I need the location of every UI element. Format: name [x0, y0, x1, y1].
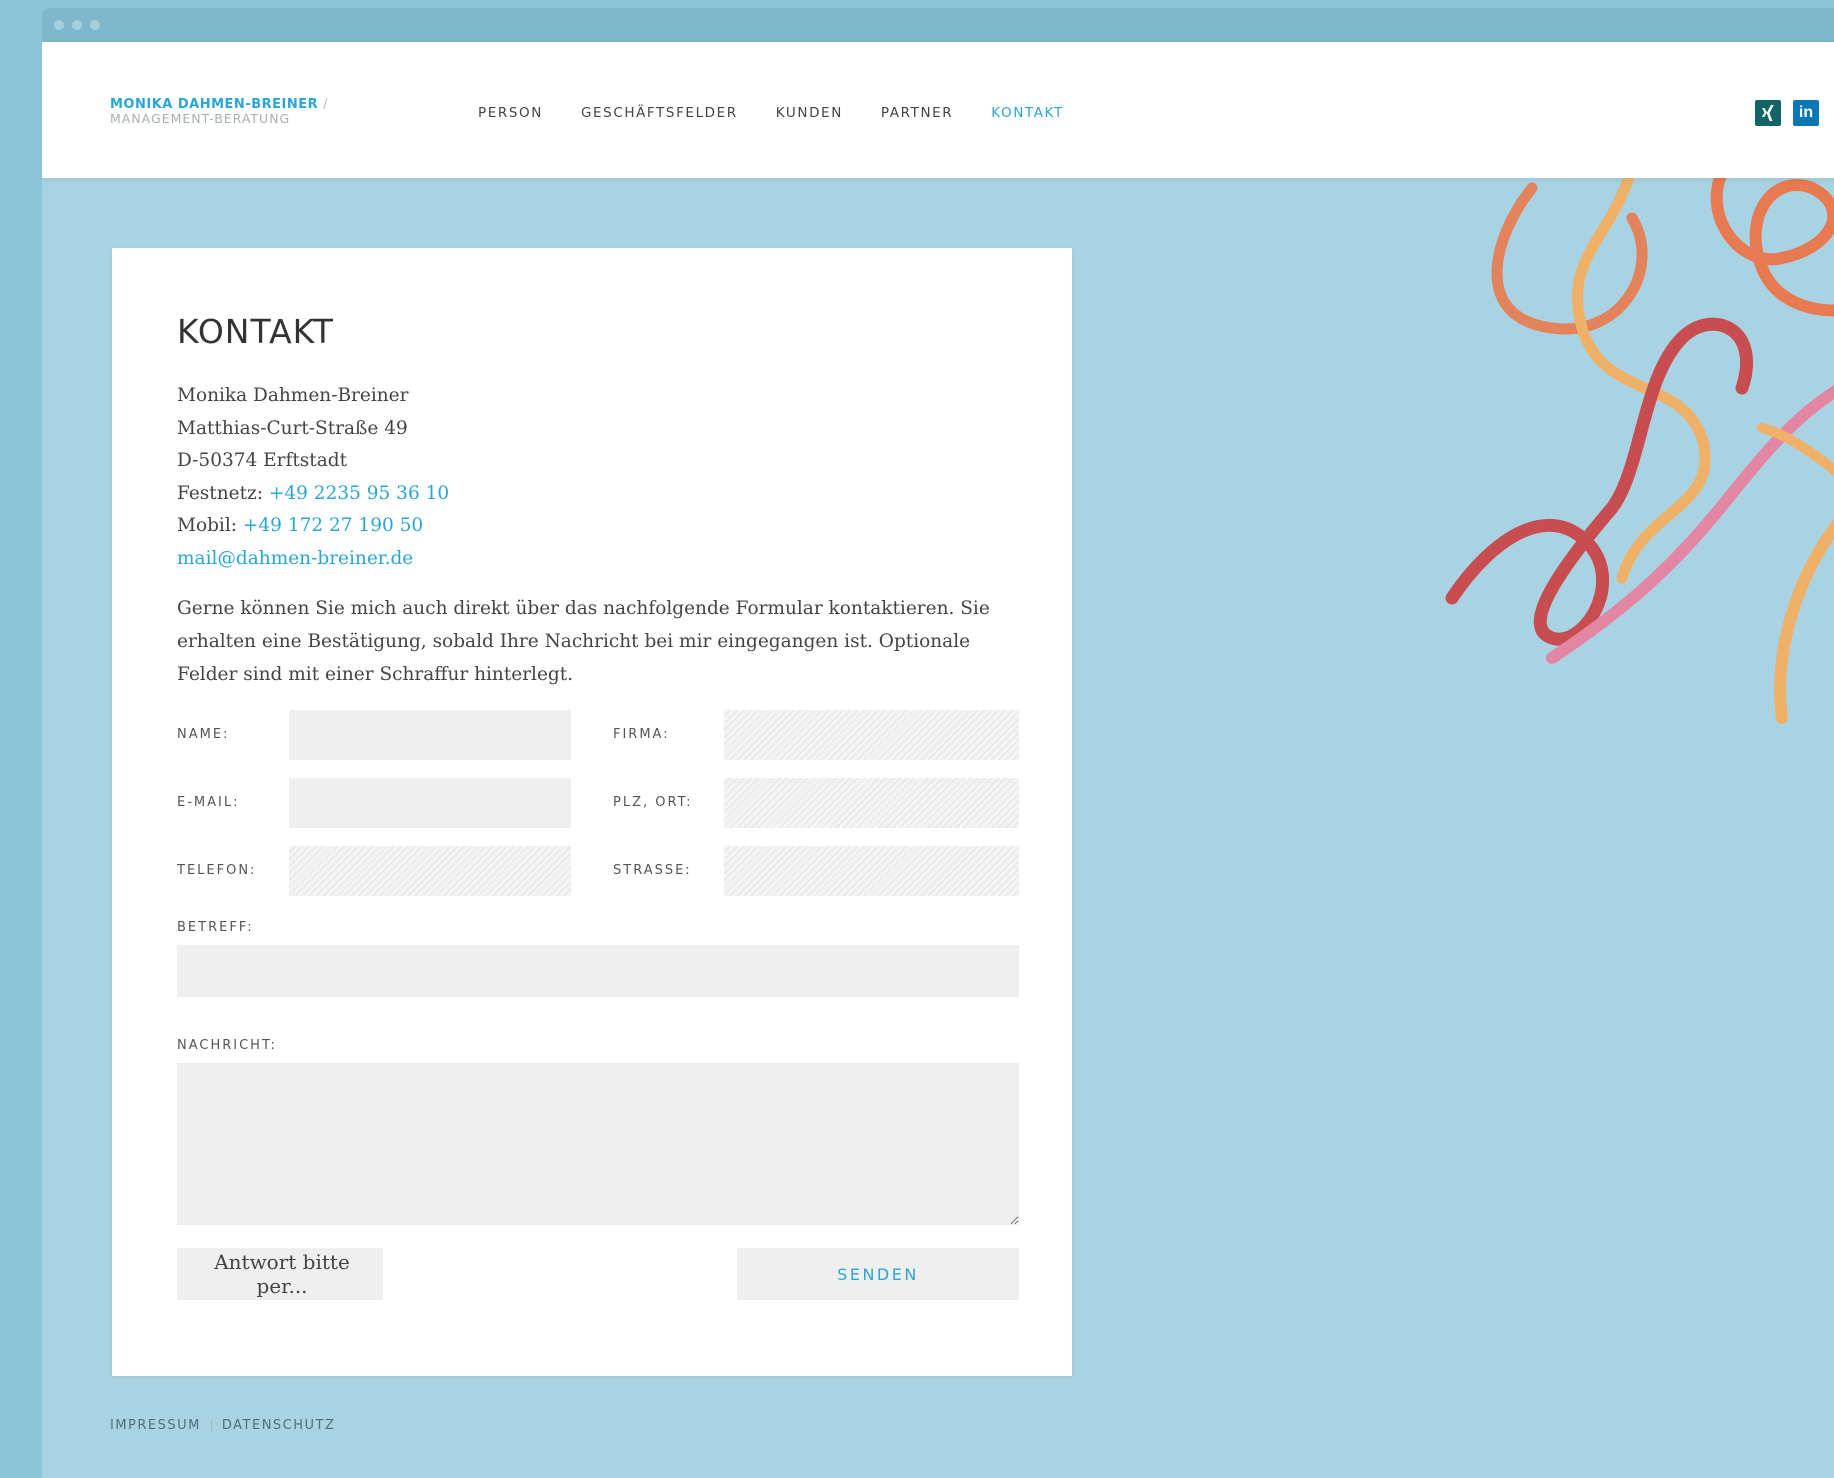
zip-city-input[interactable] — [724, 778, 1019, 828]
contact-mobile-row: Mobil: +49 172 27 190 50 — [177, 510, 449, 543]
message-textarea[interactable] — [177, 1063, 1019, 1225]
mobile-link[interactable]: +49 172 27 190 50 — [243, 515, 423, 536]
nav-item-geschaeftsfelder[interactable]: GESCHÄFTSFELDER — [581, 105, 738, 121]
linkedin-icon[interactable]: in — [1793, 100, 1819, 126]
logo-slash: / — [323, 97, 329, 112]
site-header: MONIKA DAHMEN-BREINER / MANAGEMENT-BERAT… — [42, 42, 1834, 178]
site-footer: IMPRESSUM DATENSCHUTZ — [110, 1418, 335, 1433]
contact-city: D-50374 Erftstadt — [177, 450, 348, 471]
street-label: STRASSE: — [613, 863, 692, 878]
xing-icon[interactable] — [1755, 100, 1781, 126]
nav-item-person[interactable]: PERSON — [478, 105, 543, 121]
page-title: KONTAKT — [177, 312, 334, 351]
phone-label: TELEFON: — [177, 863, 257, 878]
company-input[interactable] — [724, 710, 1019, 760]
landline-label: Festnetz: — [177, 482, 263, 504]
social-links: in — [1755, 100, 1819, 126]
logo-subtitle: MANAGEMENT-BERATUNG — [110, 111, 291, 126]
mobile-label: Mobil: — [177, 515, 237, 536]
email-link[interactable]: mail@dahmen-breiner.de — [177, 548, 413, 569]
logo-name: MONIKA DAHMEN-BREINER — [110, 97, 319, 112]
window-close-dot[interactable] — [54, 20, 64, 30]
main-nav: PERSON GESCHÄFTSFELDER KUNDEN PARTNER KO… — [478, 105, 1102, 121]
email-input[interactable] — [289, 778, 571, 828]
contact-card: KONTAKT Monika Dahmen-Breiner Matthias-C… — [112, 248, 1072, 1376]
street-input[interactable] — [724, 846, 1019, 896]
address-block: Monika Dahmen-Breiner Matthias-Curt-Stra… — [177, 380, 449, 575]
form-intro: Gerne können Sie mich auch direkt über d… — [177, 598, 990, 685]
browser-window: MONIKA DAHMEN-BREINER / MANAGEMENT-BERAT… — [42, 8, 1834, 1478]
site-logo[interactable]: MONIKA DAHMEN-BREINER / MANAGEMENT-BERAT… — [110, 98, 328, 126]
ribbon-yellow-2 — [1774, 519, 1834, 724]
window-titlebar — [42, 8, 1834, 42]
contact-landline-row: Festnetz: +49 2235 95 36 10 — [177, 478, 449, 511]
company-label: FIRMA: — [613, 727, 670, 742]
message-label: NACHRICHT: — [177, 1038, 277, 1053]
send-button[interactable]: SENDEN — [737, 1248, 1019, 1300]
name-label: NAME: — [177, 727, 230, 742]
nav-item-kontakt[interactable]: KONTAKT — [991, 105, 1064, 121]
footer-separator — [210, 1419, 212, 1432]
reply-method-select[interactable]: Antwort bitte per... — [177, 1248, 383, 1300]
phone-input[interactable] — [289, 846, 571, 896]
ribbons-decoration — [1445, 178, 1834, 724]
subject-label: BETREFF: — [177, 920, 254, 935]
ribbon-coral — [1710, 178, 1834, 317]
subject-input[interactable] — [177, 945, 1019, 997]
footer-privacy-link[interactable]: DATENSCHUTZ — [222, 1418, 336, 1433]
window-maximize-dot[interactable] — [90, 20, 100, 30]
xing-glyph — [1761, 105, 1774, 121]
contact-street: Matthias-Curt-Straße 49 — [177, 417, 408, 439]
nav-item-kunden[interactable]: KUNDEN — [776, 105, 843, 121]
footer-imprint-link[interactable]: IMPRESSUM — [110, 1418, 201, 1433]
landline-link[interactable]: +49 2235 95 36 10 — [269, 483, 449, 504]
window-minimize-dot[interactable] — [72, 20, 82, 30]
contact-name: Monika Dahmen-Breiner — [177, 385, 409, 406]
nav-item-partner[interactable]: PARTNER — [881, 105, 953, 121]
zip-city-label: PLZ, ORT: — [613, 795, 693, 810]
email-label: E-MAIL: — [177, 795, 240, 810]
name-input[interactable] — [289, 710, 571, 760]
